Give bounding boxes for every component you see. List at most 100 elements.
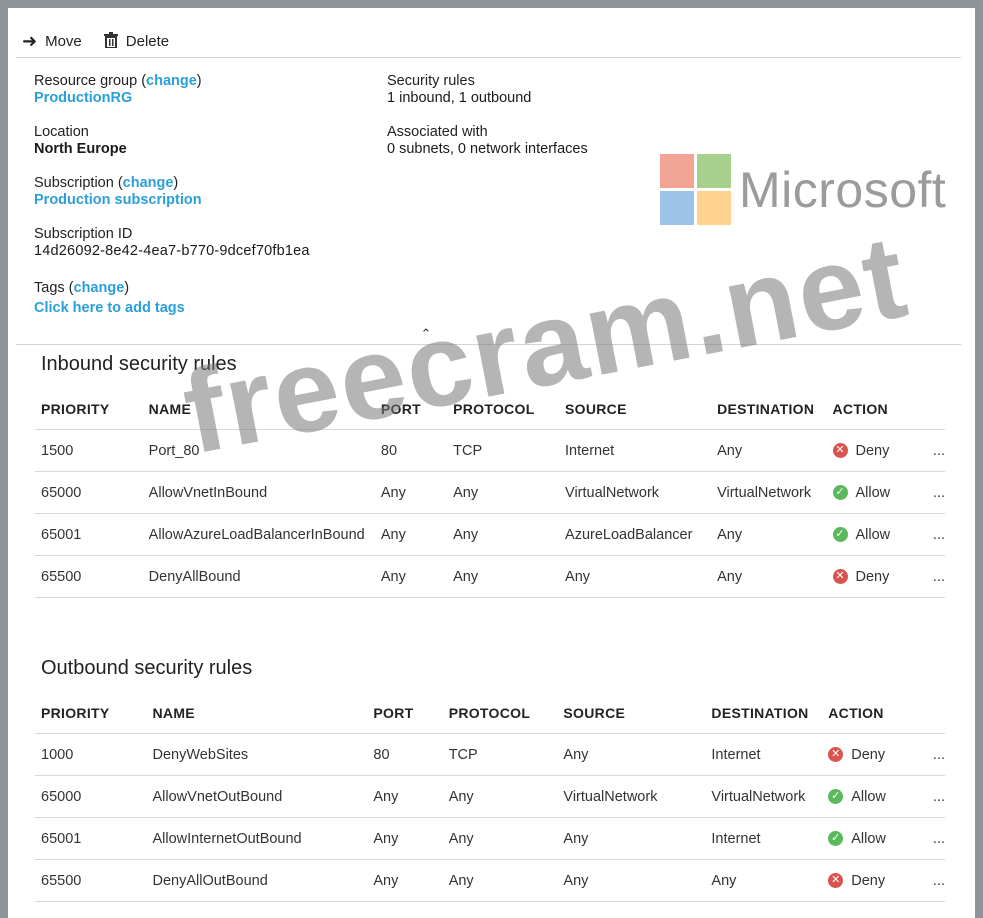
table-row[interactable]: 65000 AllowVnetInBound Any Any VirtualNetwor… xyxy=(35,471,945,514)
more-options-button[interactable]: ... xyxy=(926,775,945,818)
table-row[interactable]: 65500 DenyAllBound Any Any Any Any ✕ Deny... xyxy=(35,555,945,598)
rule-protocol: Any xyxy=(447,513,560,556)
logo-square-green xyxy=(697,154,731,188)
more-options-button[interactable]: ... xyxy=(926,859,945,902)
check-circle-icon: ✓ xyxy=(828,831,844,846)
rule-source: VirtualNetwork xyxy=(559,471,712,514)
rule-destination: VirtualNetwork xyxy=(711,471,827,514)
trash-icon xyxy=(103,31,118,51)
outbound-col-priority: PRIORITY xyxy=(35,693,147,734)
x-circle-icon: ✕ xyxy=(828,747,844,762)
security-rules-field: Security rules 1 inbound, 1 outbound xyxy=(387,73,531,107)
associated-label: Associated with xyxy=(387,124,488,140)
outbound-col-protocol: PROTOCOL xyxy=(442,693,558,734)
check-circle-icon: ✓ xyxy=(832,527,848,542)
rule-source: Any xyxy=(557,733,706,776)
rule-protocol: Any xyxy=(447,471,560,514)
more-options-button[interactable]: ... xyxy=(926,471,945,514)
subscription-change-link[interactable]: change xyxy=(123,175,174,191)
rule-priority: 65001 xyxy=(35,513,143,556)
rule-port: Any xyxy=(374,471,448,514)
logo-square-red xyxy=(660,154,694,188)
rule-source: Any xyxy=(557,859,706,902)
rule-name: AllowInternetOutBound xyxy=(146,817,368,860)
table-row[interactable]: 65500 DenyAllOutBound Any Any Any Any ✕ Deny... xyxy=(35,859,945,902)
rule-action: ✓ Allow xyxy=(826,513,927,556)
x-circle-icon: ✕ xyxy=(832,443,848,458)
rule-action: ✕ Deny xyxy=(826,555,927,598)
more-options-button[interactable]: ... xyxy=(926,555,945,598)
inbound-col-more xyxy=(926,389,945,430)
outbound-col-source: SOURCE xyxy=(557,693,706,734)
rule-priority: 65500 xyxy=(35,859,147,902)
inbound-col-source: SOURCE xyxy=(559,389,712,430)
x-circle-icon: ✕ xyxy=(828,873,844,888)
table-row[interactable]: 1000 DenyWebSites 80 TCP Any Internet ✕ Deny... xyxy=(35,733,945,776)
security-rules-value: 1 inbound, 1 outbound xyxy=(387,90,532,106)
move-label: Move xyxy=(45,32,82,50)
table-row[interactable]: 65000 AllowVnetOutBound Any Any VirtualNetwo… xyxy=(35,775,945,818)
subscription-id-value: 14d26092-8e42-4ea7-b770-9dcef70fb1ea xyxy=(34,243,310,259)
subscription-field: Subscription (change) Production subscri… xyxy=(34,175,202,209)
resource-group-change-link[interactable]: change xyxy=(146,73,197,89)
arrow-right-icon: ➜ xyxy=(22,31,38,51)
move-button[interactable]: ➜ Move xyxy=(22,32,82,50)
rule-action-label: Deny xyxy=(855,568,890,585)
rule-priority: 1500 xyxy=(35,429,143,472)
subscription-link[interactable]: Production subscription xyxy=(34,192,202,209)
more-options-button[interactable]: ... xyxy=(926,513,945,556)
rule-action-label: Deny xyxy=(855,442,890,459)
table-row[interactable]: 1500 Port_80 80 TCP Internet Any ✕ Deny... xyxy=(35,429,945,472)
rule-port: Any xyxy=(374,513,448,556)
x-circle-icon: ✕ xyxy=(832,569,848,584)
rule-action-label: Deny xyxy=(851,872,886,889)
outbound-rules-title: Outbound security rules xyxy=(41,657,253,679)
rule-port: Any xyxy=(367,775,443,818)
add-tags-link[interactable]: Click here to add tags xyxy=(34,300,185,317)
subscription-id-field: Subscription ID 14d26092-8e42-4ea7-b770-… xyxy=(34,226,310,260)
rule-source: AzureLoadBalancer xyxy=(559,513,712,556)
rule-priority: 1000 xyxy=(35,733,147,776)
more-options-button[interactable]: ... xyxy=(926,733,945,776)
outbound-rules-table: PRIORITY NAME PORT PROTOCOL SOURCE DESTINATIO… xyxy=(35,693,945,902)
table-row[interactable]: 65001 AllowAzureLoadBalancerInBound Any Any… xyxy=(35,513,945,556)
tags-label: Tags xyxy=(34,280,65,296)
nsg-blade: ➜ Move Delete Resource group (change) Pr… xyxy=(8,8,975,918)
inbound-col-destination: DESTINATION xyxy=(711,389,827,430)
outbound-col-destination: DESTINATION xyxy=(705,693,823,734)
subscription-label: Subscription xyxy=(34,175,114,191)
rule-action: ✓ Allow xyxy=(822,775,927,818)
subscription-id-label: Subscription ID xyxy=(34,226,133,242)
rule-protocol: TCP xyxy=(447,429,560,472)
delete-button[interactable]: Delete xyxy=(103,31,169,51)
outbound-header-row: PRIORITY NAME PORT PROTOCOL SOURCE DESTINATIO… xyxy=(35,693,945,734)
rule-priority: 65000 xyxy=(35,775,147,818)
collapse-chevron-icon[interactable]: ⌃ xyxy=(418,326,434,341)
rule-name: AllowVnetOutBound xyxy=(146,775,368,818)
rule-action: ✕ Deny xyxy=(822,859,927,902)
check-circle-icon: ✓ xyxy=(828,789,844,804)
more-options-button[interactable]: ... xyxy=(926,429,945,472)
microsoft-logo: Microsoft xyxy=(660,154,946,225)
table-row[interactable]: 65001 AllowInternetOutBound Any Any Any Inter… xyxy=(35,817,945,860)
resource-group-link[interactable]: ProductionRG xyxy=(34,90,202,107)
outbound-col-name: NAME xyxy=(146,693,368,734)
inbound-col-protocol: PROTOCOL xyxy=(447,389,560,430)
more-options-button[interactable]: ... xyxy=(926,817,945,860)
outbound-col-port: PORT xyxy=(367,693,443,734)
rule-destination: VirtualNetwork xyxy=(705,775,823,818)
rule-source: Any xyxy=(557,817,706,860)
inbound-header-row: PRIORITY NAME PORT PROTOCOL SOURCE DESTINATIO… xyxy=(35,389,945,430)
resource-group-label: Resource group xyxy=(34,73,138,89)
inbound-col-action: ACTION xyxy=(826,389,927,430)
rule-destination: Any xyxy=(711,555,827,598)
inbound-col-port: PORT xyxy=(374,389,448,430)
rule-destination: Any xyxy=(711,429,827,472)
location-label: Location xyxy=(34,124,89,140)
inbound-rules-table: PRIORITY NAME PORT PROTOCOL SOURCE DESTINATIO… xyxy=(35,389,945,598)
rule-protocol: Any xyxy=(442,775,558,818)
rule-protocol: TCP xyxy=(442,733,558,776)
tags-change-link[interactable]: change xyxy=(74,280,125,296)
rule-protocol: Any xyxy=(442,817,558,860)
rule-name: AllowAzureLoadBalancerInBound xyxy=(142,513,375,556)
